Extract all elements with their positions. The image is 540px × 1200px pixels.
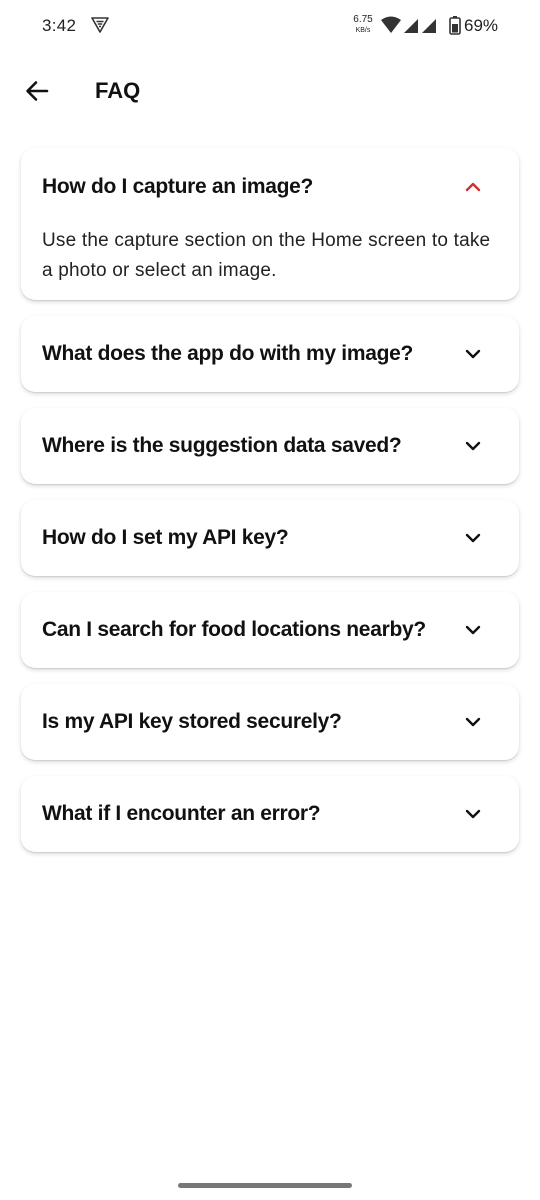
faq-list: How do I capture an image? Use the captu… xyxy=(21,148,519,868)
faq-question-row[interactable]: Is my API key stored securely? xyxy=(21,684,519,760)
faq-item-food-locations: Can I search for food locations nearby? xyxy=(21,592,519,668)
battery-icon xyxy=(449,16,461,35)
chevron-down-icon[interactable] xyxy=(463,436,483,456)
faq-question: What does the app do with my image? xyxy=(42,342,414,365)
connectivity-icons xyxy=(381,16,461,35)
status-time: 3:42 xyxy=(42,16,77,35)
network-speed: 6.75 KB/s xyxy=(346,14,380,35)
status-bar: 3:42 6.75 KB/s 69% xyxy=(0,0,540,52)
battery-percent: 69% xyxy=(464,16,499,35)
signal-icon xyxy=(404,19,436,33)
faq-item-api-key: How do I set my API key? xyxy=(21,500,519,576)
faq-question: What if I encounter an error? xyxy=(42,802,321,825)
chevron-down-icon[interactable] xyxy=(463,620,483,640)
faq-question-row[interactable]: Where is the suggestion data saved? xyxy=(21,408,519,484)
faq-question-row[interactable]: What if I encounter an error? xyxy=(21,776,519,852)
faq-item-data-saved: Where is the suggestion data saved? xyxy=(21,408,519,484)
faq-question-row[interactable]: How do I capture an image? xyxy=(21,148,519,226)
faq-item-capture: How do I capture an image? Use the captu… xyxy=(21,148,519,300)
chevron-up-icon[interactable] xyxy=(463,177,483,197)
faq-question: Where is the suggestion data saved? xyxy=(42,434,402,457)
faq-item-key-secure: Is my API key stored securely? xyxy=(21,684,519,760)
chevron-down-icon[interactable] xyxy=(463,804,483,824)
faq-question-row[interactable]: What does the app do with my image? xyxy=(21,316,519,392)
network-speed-unit: KB/s xyxy=(355,27,371,34)
app-bar: FAQ xyxy=(0,62,540,122)
chevron-down-icon[interactable] xyxy=(463,712,483,732)
chevron-down-icon[interactable] xyxy=(463,344,483,364)
network-speed-value: 6.75 xyxy=(353,14,373,25)
faq-question-row[interactable]: How do I set my API key? xyxy=(21,500,519,576)
vpn-icon xyxy=(91,17,109,33)
faq-item-error: What if I encounter an error? xyxy=(21,776,519,852)
chevron-down-icon[interactable] xyxy=(463,528,483,548)
faq-question: Can I search for food locations nearby? xyxy=(42,618,426,641)
page-title: FAQ xyxy=(95,78,141,103)
faq-answer: Use the capture section on the Home scre… xyxy=(42,230,491,281)
gesture-navigation-bar[interactable] xyxy=(178,1183,352,1188)
wifi-icon xyxy=(381,16,401,33)
arrow-left-icon xyxy=(26,81,49,101)
faq-question: How do I capture an image? xyxy=(42,175,314,198)
faq-item-app-image: What does the app do with my image? xyxy=(21,316,519,392)
faq-question-row[interactable]: Can I search for food locations nearby? xyxy=(21,592,519,668)
back-button[interactable] xyxy=(20,74,54,108)
faq-question: Is my API key stored securely? xyxy=(42,710,342,733)
faq-question: How do I set my API key? xyxy=(42,526,289,549)
